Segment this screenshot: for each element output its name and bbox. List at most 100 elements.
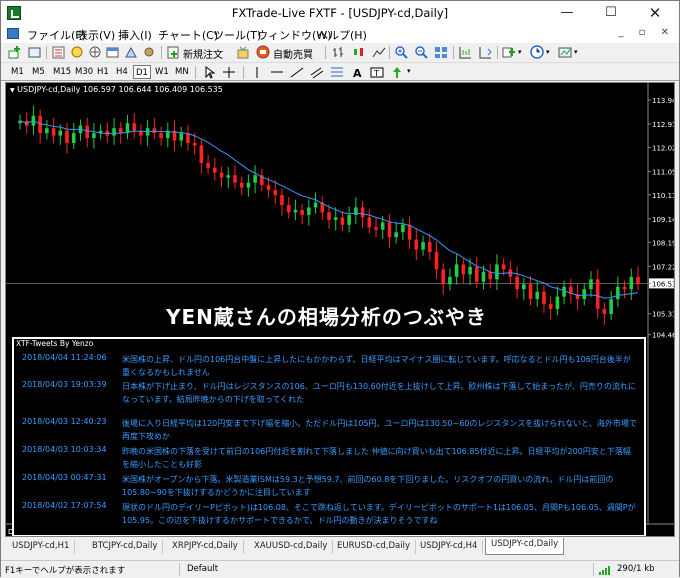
- chart-shift-icon[interactable]: [477, 45, 493, 60]
- channel-icon[interactable]: [309, 65, 325, 80]
- arrows-dropdown-icon[interactable]: ▾: [407, 67, 411, 75]
- new-chart-icon[interactable]: [7, 45, 23, 60]
- candle-body: [609, 299, 613, 314]
- menu-tools[interactable]: ツール(T): [213, 27, 261, 43]
- candle-body: [441, 269, 445, 285]
- svg-text:A: A: [353, 67, 362, 80]
- tile-windows-icon[interactable]: [433, 45, 449, 60]
- candle-body: [488, 271, 493, 280]
- profiles-icon[interactable]: [27, 45, 43, 60]
- timeframe-m1[interactable]: M1: [9, 65, 26, 79]
- candle-body: [213, 167, 217, 173]
- timeframe-w1[interactable]: W1: [153, 65, 171, 79]
- price-label: 108.195: [652, 239, 675, 247]
- indicators-icon[interactable]: [501, 45, 517, 60]
- candle-body: [622, 286, 627, 290]
- tab-xrpjpy-daily[interactable]: XRPJPY-cd,Daily: [167, 540, 244, 554]
- data-window-icon[interactable]: [69, 45, 85, 60]
- chart-autoscroll-icon[interactable]: [457, 45, 473, 60]
- candle-body: [434, 252, 439, 270]
- vertical-line-icon[interactable]: [249, 65, 265, 80]
- horizontal-line-icon[interactable]: [269, 65, 285, 80]
- arrows-icon[interactable]: [389, 65, 405, 80]
- templates-icon[interactable]: [557, 45, 573, 60]
- timeframe-m5[interactable]: M5: [30, 65, 47, 79]
- timeframe-h4[interactable]: H4: [114, 65, 130, 79]
- status-profile: Default: [187, 564, 219, 574]
- candle-body: [186, 133, 190, 144]
- menu-view[interactable]: 表示(V): [77, 27, 115, 43]
- timeframe-m15[interactable]: M15: [51, 65, 73, 79]
- candle-body: [219, 172, 224, 178]
- zoom-out-icon[interactable]: [413, 45, 429, 60]
- candle-body: [179, 133, 184, 141]
- zoom-in-icon[interactable]: [393, 45, 409, 60]
- candle-body: [192, 143, 197, 146]
- timeframe-mn[interactable]: MN: [173, 65, 191, 79]
- candle-body: [448, 276, 452, 285]
- auto-trading-button[interactable]: 自動売買: [273, 46, 313, 61]
- trendline-icon[interactable]: [289, 65, 305, 80]
- status-help-text: F1キーでヘルプが表示されます: [5, 566, 126, 576]
- candle-body: [535, 291, 540, 300]
- menu-chart[interactable]: チャート(C): [158, 27, 218, 43]
- candle-body: [387, 222, 392, 238]
- periods-dropdown-icon[interactable]: ▾: [546, 48, 550, 56]
- candlestick-chart-icon[interactable]: [351, 45, 367, 60]
- auto-trading-icon[interactable]: [255, 45, 271, 60]
- timeframe-m30[interactable]: M30: [73, 65, 95, 79]
- mdi-window-controls[interactable]: _ ▫ ✕: [618, 27, 675, 38]
- candle-body: [367, 217, 372, 228]
- periods-clock-icon[interactable]: [529, 45, 545, 60]
- overlay-title: YEN蔵さんの相場分析のつぶやき: [166, 305, 487, 329]
- terminal-icon[interactable]: [105, 45, 121, 60]
- menu-help[interactable]: ヘルプ(H): [317, 27, 367, 43]
- candle-body: [246, 182, 251, 188]
- candle-body: [495, 264, 499, 280]
- tweet-time: 2018/04/04 11:24:06: [22, 353, 107, 362]
- templates-dropdown-icon[interactable]: ▾: [574, 48, 578, 56]
- new-order-icon[interactable]: [165, 45, 181, 60]
- candle-body: [515, 276, 519, 290]
- candle-body: [239, 182, 244, 188]
- timeframe-h1[interactable]: H1: [95, 65, 111, 79]
- line-chart-icon[interactable]: [371, 45, 387, 60]
- tab-eurusd-daily[interactable]: EURUSD-cd,Daily: [332, 540, 417, 554]
- tab-usdjpy-h4[interactable]: USDJPY-cd,H4: [415, 540, 484, 554]
- text-tool-icon[interactable]: A: [349, 65, 365, 80]
- candle-body: [85, 125, 89, 139]
- price-label: 111.055: [652, 168, 675, 176]
- market-watch-icon[interactable]: [51, 45, 67, 60]
- price-chart[interactable]: 113.940 112.970 112.025 111.055 110.110 109.1…: [5, 82, 675, 537]
- new-order-button[interactable]: 新規注文: [183, 46, 223, 61]
- timeframe-d1[interactable]: D1: [133, 65, 151, 79]
- maximize-button[interactable]: ☐: [589, 1, 633, 25]
- candle-body: [380, 222, 385, 230]
- minimize-button[interactable]: —: [545, 1, 589, 25]
- candle-body: [595, 279, 600, 310]
- fibonacci-icon[interactable]: [329, 65, 345, 80]
- candle-body: [427, 242, 432, 253]
- settings-icon[interactable]: [141, 45, 157, 60]
- indicators-dropdown-icon[interactable]: ▾: [518, 48, 522, 56]
- candle-body: [313, 202, 318, 208]
- candle-body: [414, 239, 419, 250]
- tab-usdjpy-daily[interactable]: USDJPY-cd,Daily: [485, 538, 565, 555]
- tab-btcjpy-daily[interactable]: BTCJPY-cd,Daily: [87, 540, 164, 554]
- metaeditor-icon[interactable]: [235, 45, 251, 60]
- candle-body: [112, 128, 116, 136]
- navigator-icon[interactable]: [87, 45, 103, 60]
- tab-xauusd-daily[interactable]: XAUUSD-cd,Daily: [249, 540, 334, 554]
- price-label: 107.225: [652, 263, 675, 271]
- close-button[interactable]: ✕: [633, 1, 677, 25]
- cursor-icon[interactable]: [201, 65, 217, 80]
- text-label-icon[interactable]: T: [369, 65, 385, 80]
- crosshair-icon[interactable]: [221, 65, 237, 80]
- price-label: 105.310: [652, 311, 675, 319]
- strategy-tester-icon[interactable]: [123, 45, 139, 60]
- menu-insert[interactable]: 挿入(I): [118, 27, 152, 43]
- bar-chart-icon[interactable]: [331, 45, 347, 60]
- tab-usdjpy-h1[interactable]: USDJPY-cd,H1: [7, 540, 76, 554]
- candle-body: [401, 224, 405, 233]
- candle-body: [327, 212, 331, 220]
